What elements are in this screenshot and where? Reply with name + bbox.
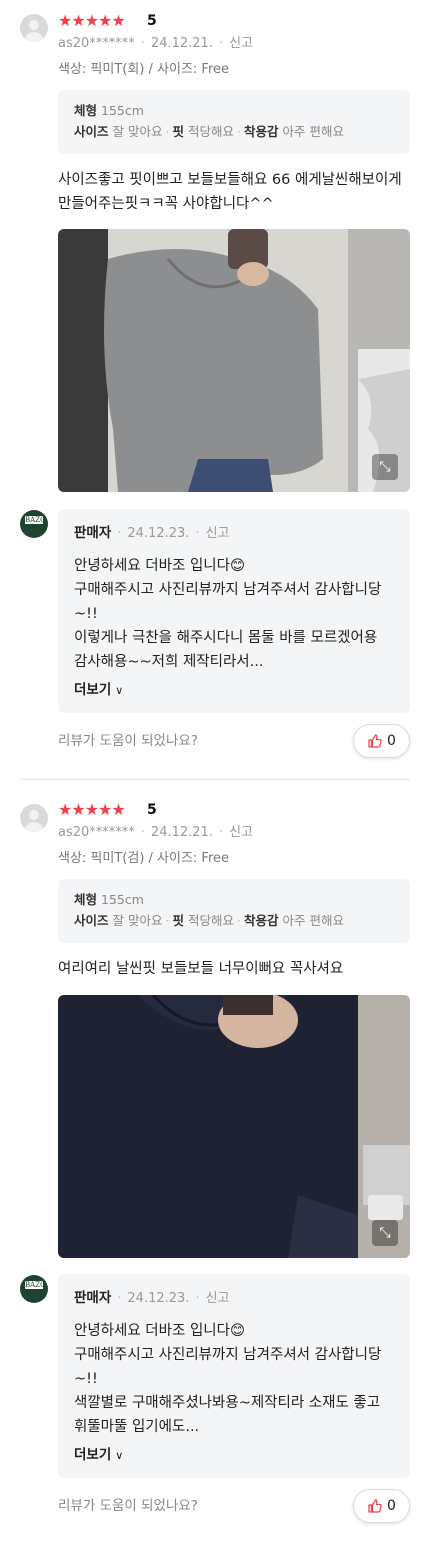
seller-reply: 판매자 · 24.12.23. · 신고 안녕하세요 더바조 입니다😊 구매해주시고 사… (58, 509, 410, 713)
rating-stars: ★★★★★ (58, 800, 126, 819)
review-divider (20, 779, 410, 780)
reply-date: 24.12.23. (127, 1291, 190, 1306)
report-link[interactable]: 신고 (229, 825, 253, 840)
reply-header: 판매자 · 24.12.23. · 신고 (74, 1290, 230, 1306)
reply-date: 24.12.23. (127, 526, 190, 541)
reply-report-link[interactable]: 신고 (206, 526, 230, 541)
like-count: 0 (387, 1498, 396, 1514)
body-label: 체형 (74, 892, 98, 907)
fit-label: 핏 (172, 124, 184, 139)
body-info-box: 체형 155cm 사이즈 잘 맞아요 · 핏 적당해요 · 착용감 아주 편해요 (58, 879, 410, 943)
report-link[interactable]: 신고 (229, 36, 253, 51)
seller-logo: BAZO (20, 510, 48, 538)
rating-stars: ★★★★★ (58, 11, 126, 30)
more-button[interactable]: 더보기 ∨ (74, 1445, 394, 1466)
comfort-label: 착용감 (243, 124, 279, 139)
reviewer-id: as20******* (58, 825, 135, 840)
review-meta: as20******* · 24.12.21. · 신고 (58, 36, 254, 51)
review-photo[interactable]: ⤡ (58, 229, 410, 492)
reviewer-id: as20******* (58, 36, 135, 51)
purchase-option: 색상: 픽미T(검) / 사이즈: Free (58, 851, 230, 866)
seller-logo: BAZO (20, 1275, 48, 1303)
seller-name: 판매자 (74, 525, 112, 541)
expand-icon[interactable]: ⤡ (372, 1220, 398, 1246)
fit-label: 핏 (172, 913, 184, 928)
review-date: 24.12.21. (150, 36, 213, 51)
review-text: 사이즈좋고 핏이쁘고 보들보들해요 66 에게날씬해보이게 만들어주는핏ㅋㅋ꼭 … (58, 172, 402, 212)
body-info-box: 체형 155cm 사이즈 잘 맞아요 · 핏 적당해요 · 착용감 아주 편해요 (58, 90, 410, 154)
chevron-down-icon: ∨ (115, 1449, 124, 1462)
comfort-value: 아주 편해요 (282, 124, 344, 139)
like-count: 0 (387, 733, 396, 749)
thumbs-up-icon (368, 734, 382, 748)
fit-value: 적당해요 (187, 913, 234, 928)
review-date: 24.12.21. (150, 825, 213, 840)
seller-reply: 판매자 · 24.12.23. · 신고 안녕하세요 더바조 입니다😊 구매해주시고 사… (58, 1274, 410, 1478)
size-label: 사이즈 (74, 124, 109, 139)
purchase-option: 색상: 픽미T(회) / 사이즈: Free (58, 62, 230, 77)
fit-value: 적당해요 (187, 124, 234, 139)
size-value: 잘 맞아요 (112, 124, 163, 139)
reply-text: 안녕하세요 더바조 입니다😊 구매해주시고 사진리뷰까지 남겨주셔서 감사합니당… (74, 1323, 382, 1435)
expand-icon[interactable]: ⤡ (372, 454, 398, 480)
size-label: 사이즈 (74, 913, 109, 928)
reply-report-link[interactable]: 신고 (206, 1291, 230, 1306)
review-text: 여리여리 날씬핏 보들보들 너무이뻐요 꼭사셔요 (58, 961, 344, 977)
review-meta: as20******* · 24.12.21. · 신고 (58, 825, 254, 840)
rating-value: 5 (147, 13, 157, 29)
reply-header: 판매자 · 24.12.23. · 신고 (74, 525, 230, 541)
seller-name: 판매자 (74, 1290, 112, 1306)
comfort-label: 착용감 (243, 913, 279, 928)
photo-image (58, 229, 410, 492)
photo-image (58, 995, 410, 1258)
rating-value: 5 (147, 802, 157, 818)
user-avatar (20, 14, 48, 42)
size-value: 잘 맞아요 (112, 913, 163, 928)
comfort-value: 아주 편해요 (282, 913, 344, 928)
like-button[interactable]: 0 (353, 1489, 410, 1523)
helpful-question: 리뷰가 도움이 되었나요? (58, 733, 198, 749)
helpful-question: 리뷰가 도움이 되었나요? (58, 1498, 198, 1514)
body-label: 체형 (74, 103, 98, 118)
user-avatar (20, 804, 48, 832)
body-value: 155cm (101, 103, 144, 118)
review-photo[interactable]: ⤡ (58, 995, 410, 1258)
body-value: 155cm (101, 892, 144, 907)
chevron-down-icon: ∨ (115, 684, 124, 697)
like-button[interactable]: 0 (353, 724, 410, 758)
reply-text: 안녕하세요 더바조 입니다😊 구매해주시고 사진리뷰까지 남겨주셔서 감사합니당… (74, 558, 382, 670)
thumbs-up-icon (368, 1499, 382, 1513)
more-button[interactable]: 더보기 ∨ (74, 680, 394, 701)
